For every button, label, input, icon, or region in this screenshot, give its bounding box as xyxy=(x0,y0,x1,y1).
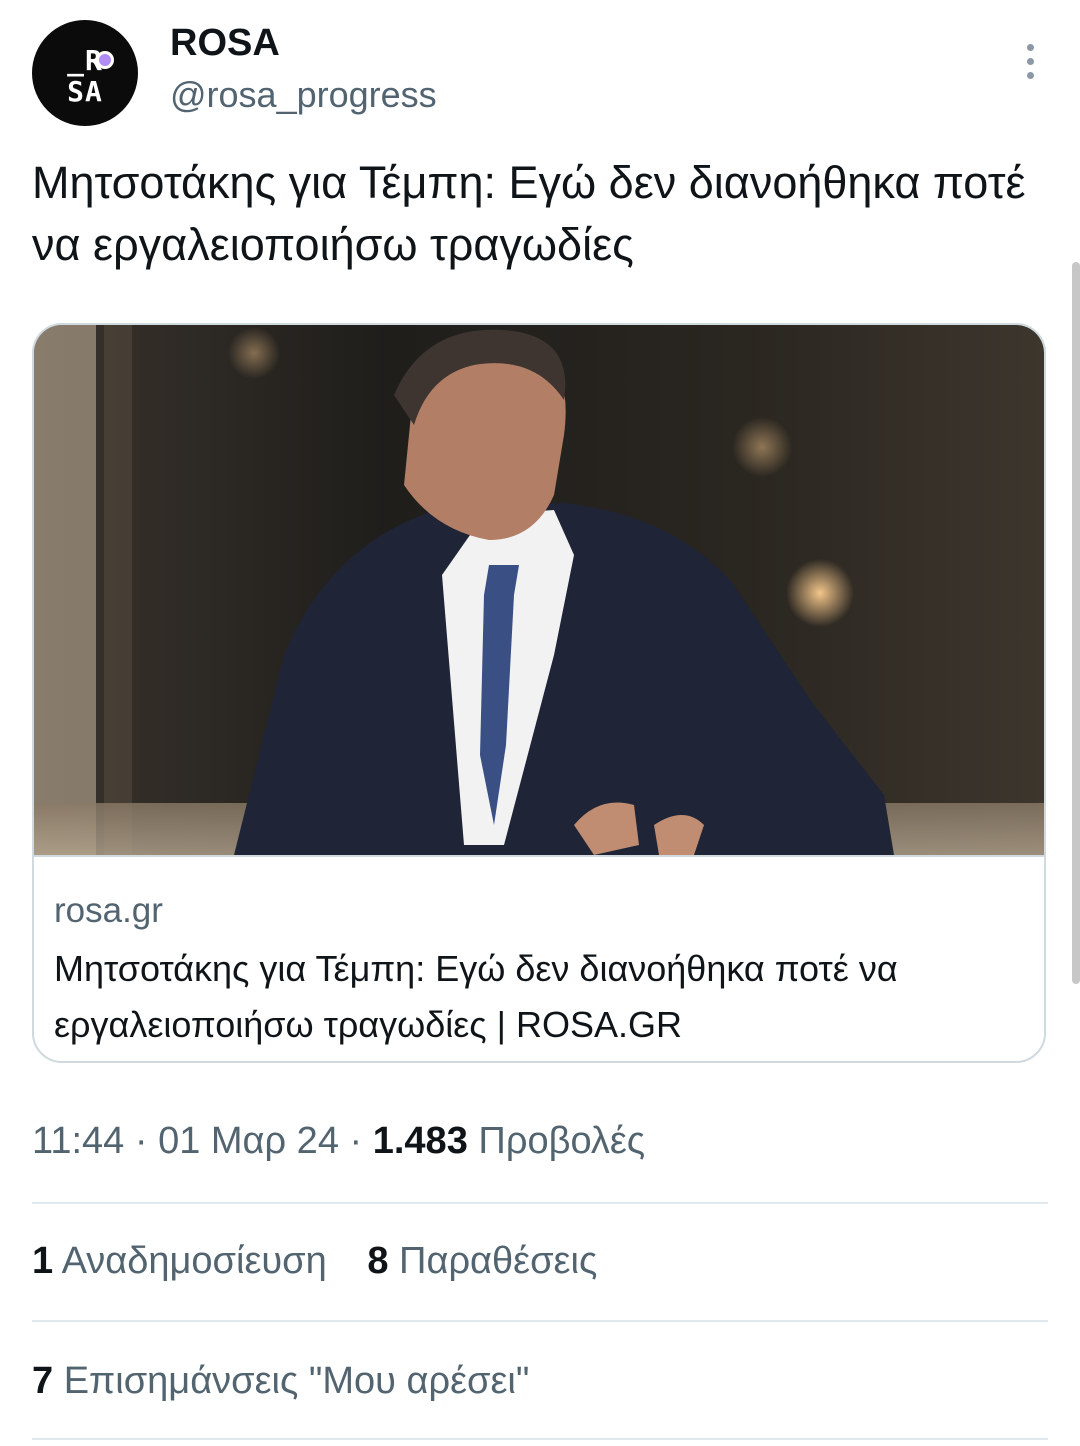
reposts-label: Αναδημοσίευση xyxy=(61,1240,327,1282)
likes-stat[interactable]: 7 Επισημάνσεις "Μου αρέσει" xyxy=(32,1360,529,1403)
author-handle[interactable]: @rosa_progress xyxy=(170,74,437,116)
tweet-meta: 11:44 · 01 Μαρ 24 · 1.483 Προβολές xyxy=(32,1120,645,1163)
link-card-image xyxy=(34,325,1044,855)
quotes-label: Παραθέσεις xyxy=(399,1240,598,1282)
author-display-name[interactable]: ROSA xyxy=(170,22,280,65)
tweet-time: 11:44 xyxy=(32,1120,125,1162)
link-card-domain: rosa.gr xyxy=(54,891,163,930)
views-count: 1.483 xyxy=(372,1120,468,1162)
avatar-logo-dot xyxy=(96,51,114,69)
meta-separator: · xyxy=(134,1120,148,1162)
more-vertical-icon[interactable] xyxy=(1020,44,1040,84)
avatar[interactable]: _R SA xyxy=(32,20,138,126)
reposts-stat[interactable]: 1 Αναδημοσίευση xyxy=(32,1240,327,1283)
tweet-text: Μητσοτάκης για Τέμπη: Εγώ δεν διανοήθηκα… xyxy=(32,157,1026,270)
tweet-header: _R SA ROSA @rosa_progress xyxy=(32,20,1048,126)
likes-label: Επισημάνσεις "Μου αρέσει" xyxy=(63,1360,530,1402)
stats-divider-top xyxy=(32,1202,1048,1204)
scrollbar[interactable] xyxy=(1072,262,1080,984)
link-card[interactable]: rosa.gr Μητσοτάκης για Τέμπη: Εγώ δεν δι… xyxy=(32,323,1046,1063)
avatar-logo-line1: _R xyxy=(67,44,103,77)
reposts-count: 1 xyxy=(32,1240,54,1282)
meta-separator: · xyxy=(349,1120,363,1162)
stats-divider-bottom xyxy=(32,1438,1048,1440)
stats-divider-middle xyxy=(32,1320,1048,1322)
avatar-logo-line2: SA xyxy=(67,75,103,108)
likes-row: 7 Επισημάνσεις "Μου αρέσει" xyxy=(32,1360,529,1403)
link-card-title: Μητσοτάκης για Τέμπη: Εγώ δεν διανοήθηκα… xyxy=(54,948,898,1045)
link-card-divider xyxy=(34,855,1044,857)
quotes-count: 8 xyxy=(367,1240,389,1282)
tweet-date: 01 Μαρ 24 xyxy=(158,1120,339,1162)
views-label: Προβολές xyxy=(478,1120,646,1162)
quotes-stat[interactable]: 8 Παραθέσεις xyxy=(367,1240,597,1283)
likes-count: 7 xyxy=(32,1360,54,1402)
repost-quote-row: 1 Αναδημοσίευση 8 Παραθέσεις xyxy=(32,1240,597,1283)
